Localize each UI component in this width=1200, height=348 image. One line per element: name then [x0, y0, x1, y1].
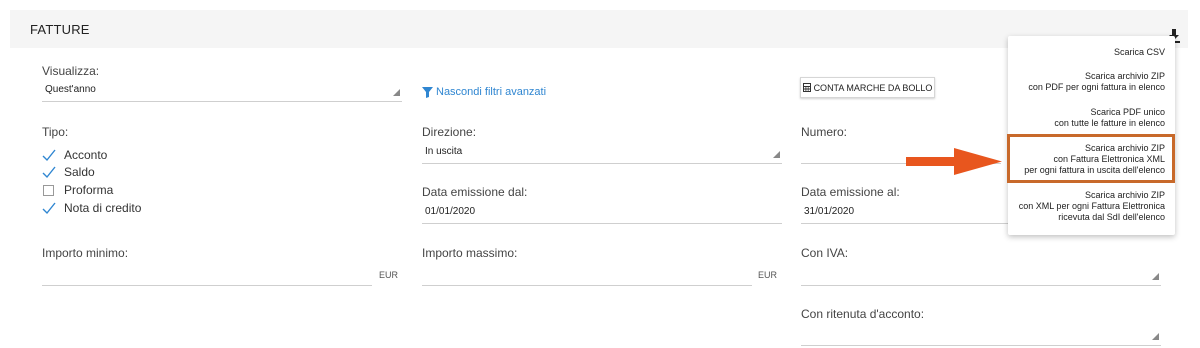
check-icon	[42, 202, 56, 215]
page-title: FATTURE	[30, 22, 90, 37]
importo-massimo-label: Importo massimo:	[422, 246, 518, 260]
menu-item-zip-xml-sdi[interactable]: Scarica archivio ZIP con XML per ogni Fa…	[1019, 190, 1165, 223]
menu-item-zip-pdf[interactable]: Scarica archivio ZIP con PDF per ogni fa…	[1028, 71, 1165, 93]
direzione-label: Direzione:	[422, 125, 477, 139]
data-dal-field[interactable]: 01/01/2020	[422, 202, 782, 224]
highlight-box	[1007, 134, 1175, 183]
tipo-option-label: Nota di credito	[64, 201, 142, 215]
direzione-select[interactable]: In uscita	[422, 142, 782, 164]
visualizza-value: Quest'anno	[45, 84, 96, 95]
visualizza-select[interactable]: Quest'anno	[42, 80, 402, 102]
direzione-value: In uscita	[425, 146, 463, 157]
toggle-advanced-filters-label: Nascondi filtri avanzati	[436, 86, 547, 98]
check-icon	[42, 166, 56, 179]
data-al-value: 31/01/2020	[804, 206, 855, 217]
tipo-option-label: Acconto	[64, 148, 108, 162]
check-icon	[42, 149, 56, 162]
arrow-right-icon	[906, 148, 1002, 175]
currency-unit: EUR	[379, 270, 399, 280]
tipo-label: Tipo:	[42, 125, 69, 139]
tipo-nota-credito-checkbox[interactable]: Nota di credito	[42, 199, 141, 217]
importo-minimo-field[interactable]	[42, 264, 372, 286]
tipo-saldo-checkbox[interactable]: Saldo	[42, 163, 95, 181]
menu-item-pdf-unico[interactable]: Scarica PDF unico con tutte le fatture i…	[1054, 107, 1165, 129]
data-al-label: Data emissione al:	[801, 185, 900, 199]
conta-marche-bollo-button[interactable]: CONTA MARCHE DA BOLLO	[800, 77, 935, 98]
menu-item-line: con XML per ogni Fattura Elettronica	[1018, 201, 1165, 211]
menu-item-line: Scarica CSV	[1113, 47, 1165, 57]
con-ritenuta-label: Con ritenuta d'acconto:	[801, 307, 925, 321]
filter-icon	[422, 86, 433, 98]
tipo-proforma-checkbox[interactable]: Proforma	[42, 181, 113, 199]
menu-item-line: con PDF per ogni fattura in elenco	[1028, 82, 1165, 92]
menu-item-line: con tutte le fatture in elenco	[1054, 118, 1165, 128]
chevron-down-icon	[393, 89, 400, 96]
chevron-down-icon	[1152, 333, 1159, 340]
data-dal-value: 01/01/2020	[425, 206, 476, 217]
tipo-option-label: Proforma	[64, 183, 114, 197]
chevron-down-icon	[1152, 273, 1159, 280]
currency-unit: EUR	[758, 270, 778, 280]
visualizza-label: Visualizza:	[42, 64, 100, 78]
menu-item-line: Scarica archivio ZIP	[1084, 190, 1165, 200]
con-iva-select[interactable]	[801, 264, 1161, 286]
unchecked-box-icon	[43, 184, 54, 196]
tipo-acconto-checkbox[interactable]: Acconto	[42, 146, 107, 164]
calculator-icon	[802, 83, 811, 92]
data-dal-label: Data emissione dal:	[422, 185, 528, 199]
toggle-advanced-filters-link[interactable]: Nascondi filtri avanzati	[422, 86, 546, 98]
tipo-option-label: Saldo	[64, 165, 95, 179]
importo-minimo-label: Importo minimo:	[42, 246, 129, 260]
numero-label: Numero:	[801, 125, 848, 139]
chevron-down-icon	[773, 151, 780, 158]
menu-item-line: Scarica PDF unico	[1090, 107, 1165, 117]
menu-item-line: ricevuta dal SdI dell'elenco	[1058, 212, 1165, 222]
menu-item-line: Scarica archivio ZIP	[1084, 71, 1165, 81]
conta-marche-bollo-label: CONTA MARCHE DA BOLLO	[813, 82, 933, 93]
menu-item-csv[interactable]: Scarica CSV	[1114, 47, 1165, 58]
importo-massimo-field[interactable]	[422, 264, 752, 286]
con-iva-label: Con IVA:	[801, 246, 849, 260]
con-ritenuta-select[interactable]	[801, 324, 1161, 346]
